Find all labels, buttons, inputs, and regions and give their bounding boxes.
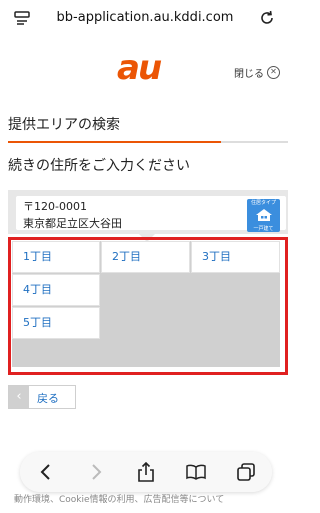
tabs-icon[interactable]	[226, 452, 266, 492]
chome-option-5[interactable]: 5丁目	[12, 307, 100, 339]
url-text[interactable]: bb-application.au.kddi.com	[57, 10, 234, 25]
au-logo: au	[117, 48, 162, 88]
site-header: au 閉じる ✕	[0, 45, 290, 93]
chome-option-1[interactable]: 1丁目	[12, 241, 100, 273]
close-label[interactable]: 閉じる	[234, 65, 264, 80]
progress-fill	[8, 141, 221, 143]
chome-option-4[interactable]: 4丁目	[12, 274, 100, 306]
chevron-left-icon[interactable]: ‹	[9, 386, 29, 408]
house-icon	[255, 209, 272, 221]
address-summary: 〒120-0001 東京都足立区大谷田 住居タイプ 一戸建て	[8, 190, 288, 234]
browser-url-bar[interactable]: bb-application.au.kddi.com	[0, 0, 290, 36]
postal-code: 〒120-0001	[23, 200, 87, 213]
chome-option-3[interactable]: 3丁目	[191, 241, 280, 273]
instruction-text: 続きの住所をご入力ください	[8, 158, 190, 174]
address-text: 東京都足立区大谷田	[23, 217, 122, 230]
progress-bar	[8, 141, 288, 143]
close-button[interactable]: 閉じる ✕	[234, 65, 280, 80]
forward-icon[interactable]	[76, 452, 116, 492]
reader-icon[interactable]	[14, 10, 30, 26]
residence-type-badge: 住居タイプ 一戸建て	[247, 199, 280, 232]
bookmarks-icon[interactable]	[176, 452, 216, 492]
badge-bottom-label: 一戸建て	[253, 226, 274, 232]
address-card: 〒120-0001 東京都足立区大谷田 住居タイプ 一戸建て	[16, 196, 286, 232]
reload-icon[interactable]	[258, 9, 276, 27]
close-circle-icon[interactable]: ✕	[267, 66, 280, 79]
chome-grid: 1丁目 2丁目 3丁目 4丁目 5丁目	[12, 241, 280, 367]
back-icon[interactable]	[26, 452, 66, 492]
back-label[interactable]: 戻る	[37, 390, 59, 406]
browser-toolbar	[20, 452, 272, 492]
chome-option-2[interactable]: 2丁目	[101, 241, 190, 273]
footer-link-text[interactable]: 動作環境、Cookie情報の利用、広告配信等について	[14, 492, 224, 505]
back-button[interactable]: ‹ 戻る	[8, 385, 76, 409]
page-title: 提供エリアの検索	[8, 117, 120, 133]
share-icon[interactable]	[126, 452, 166, 492]
badge-top-label: 住居タイプ	[250, 200, 276, 206]
